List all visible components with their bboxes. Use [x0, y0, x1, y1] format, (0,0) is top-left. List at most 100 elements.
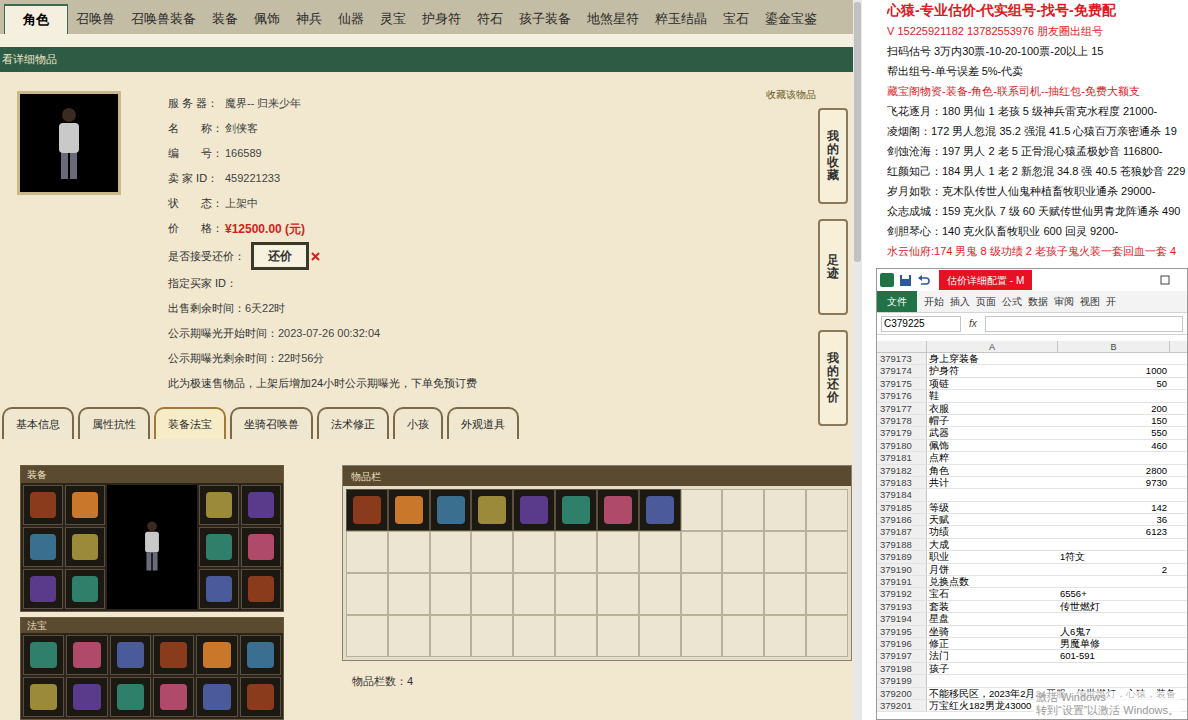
- item-slot[interactable]: [240, 635, 281, 675]
- item-slot[interactable]: [722, 573, 764, 615]
- sheet-row[interactable]: 379187功绩6123: [877, 526, 1187, 538]
- ribbon-tab[interactable]: 文件: [877, 291, 917, 312]
- item-slot[interactable]: [722, 531, 764, 573]
- item-slot[interactable]: [346, 489, 388, 531]
- item-slot[interactable]: [199, 569, 239, 609]
- item-slot[interactable]: [764, 489, 806, 531]
- item-slot[interactable]: [806, 573, 848, 615]
- favorite-link[interactable]: 收藏该物品: [766, 87, 816, 91]
- item-slot[interactable]: [555, 531, 597, 573]
- item-slot[interactable]: [639, 615, 681, 657]
- maximize-icon[interactable]: [1160, 275, 1170, 285]
- detail-tab[interactable]: 法术修正: [317, 407, 389, 439]
- sheet-row[interactable]: 379173身上穿装备: [877, 353, 1187, 365]
- item-slot[interactable]: [430, 615, 472, 657]
- site-tab[interactable]: 鎏金宝鉴: [757, 4, 825, 34]
- sheet-row[interactable]: 379180佩饰460: [877, 440, 1187, 452]
- item-slot[interactable]: [681, 615, 723, 657]
- site-tab[interactable]: 佩饰: [246, 4, 288, 34]
- site-tab[interactable]: 孩子装备: [511, 4, 579, 34]
- item-slot[interactable]: [153, 635, 194, 675]
- detail-tab[interactable]: 基本信息: [2, 407, 74, 439]
- item-slot[interactable]: [430, 531, 472, 573]
- item-slot[interactable]: [199, 527, 239, 567]
- site-tab[interactable]: 神兵: [288, 4, 330, 34]
- sheet-row[interactable]: 379175项链50: [877, 378, 1187, 390]
- item-slot[interactable]: [806, 531, 848, 573]
- item-slot[interactable]: [196, 677, 237, 717]
- item-slot[interactable]: [153, 677, 194, 717]
- item-slot[interactable]: [555, 573, 597, 615]
- item-slot[interactable]: [764, 531, 806, 573]
- sheet-row[interactable]: 379185等级142: [877, 502, 1187, 514]
- name-box[interactable]: C379225: [881, 316, 961, 332]
- item-slot[interactable]: [639, 531, 681, 573]
- item-slot[interactable]: [241, 485, 281, 525]
- item-slot[interactable]: [597, 615, 639, 657]
- site-tab[interactable]: 召唤兽: [68, 4, 123, 34]
- sheet-row[interactable]: 379193套装传世燃灯: [877, 601, 1187, 613]
- item-slot[interactable]: [764, 615, 806, 657]
- item-slot[interactable]: [66, 635, 107, 675]
- side-button[interactable]: 我的还价: [818, 330, 848, 426]
- item-slot[interactable]: [388, 489, 430, 531]
- site-tab[interactable]: 角色: [4, 4, 68, 34]
- sheet-row[interactable]: 379198孩子: [877, 663, 1187, 675]
- item-slot[interactable]: [806, 489, 848, 531]
- item-slot[interactable]: [110, 677, 151, 717]
- item-slot[interactable]: [639, 573, 681, 615]
- item-slot[interactable]: [513, 489, 555, 531]
- item-slot[interactable]: [66, 677, 107, 717]
- sheet-row[interactable]: 379181点粹: [877, 452, 1187, 464]
- item-slot[interactable]: [388, 573, 430, 615]
- detail-tab[interactable]: 外观道具: [447, 407, 519, 439]
- sheet-row[interactable]: 379179武器550: [877, 427, 1187, 439]
- sheet-row[interactable]: 379191兑换点数: [877, 576, 1187, 588]
- item-slot[interactable]: [555, 615, 597, 657]
- item-slot[interactable]: [199, 485, 239, 525]
- item-slot[interactable]: [65, 569, 105, 609]
- sheet-row[interactable]: 379178帽子150: [877, 415, 1187, 427]
- ribbon-tab[interactable]: 公式: [999, 291, 1025, 312]
- item-slot[interactable]: [597, 489, 639, 531]
- item-slot[interactable]: [513, 531, 555, 573]
- site-tab[interactable]: 召唤兽装备: [123, 4, 204, 34]
- item-slot[interactable]: [513, 573, 555, 615]
- sheet-row[interactable]: 379199: [877, 675, 1187, 687]
- sheet-row[interactable]: 379186天赋36: [877, 514, 1187, 526]
- item-slot[interactable]: [65, 527, 105, 567]
- item-slot[interactable]: [23, 527, 63, 567]
- item-slot[interactable]: [681, 573, 723, 615]
- item-slot[interactable]: [388, 531, 430, 573]
- item-slot[interactable]: [681, 531, 723, 573]
- sheet-row[interactable]: 379194星盘: [877, 613, 1187, 625]
- item-slot[interactable]: [346, 573, 388, 615]
- item-slot[interactable]: [110, 635, 151, 675]
- item-slot[interactable]: [555, 489, 597, 531]
- ribbon-tab[interactable]: 页面: [973, 291, 999, 312]
- item-slot[interactable]: [23, 569, 63, 609]
- detail-tab[interactable]: 小孩: [393, 407, 443, 439]
- site-tab[interactable]: 灵宝: [372, 4, 414, 34]
- item-slot[interactable]: [196, 635, 237, 675]
- site-tab[interactable]: 符石: [469, 4, 511, 34]
- sheet-row[interactable]: 379197法门601-591: [877, 650, 1187, 662]
- item-slot[interactable]: [240, 677, 281, 717]
- sheet-row[interactable]: 379184: [877, 489, 1187, 501]
- sheet-row[interactable]: 379196修正男魔单修: [877, 638, 1187, 650]
- item-slot[interactable]: [65, 485, 105, 525]
- ribbon-tab[interactable]: 插入: [947, 291, 973, 312]
- detail-tab[interactable]: 属性抗性: [78, 407, 150, 439]
- sheet-row[interactable]: 379183共计9730: [877, 477, 1187, 489]
- sheet-row[interactable]: 379177衣服200: [877, 403, 1187, 415]
- item-slot[interactable]: [241, 527, 281, 567]
- sheet-row[interactable]: 379192宝石6556+: [877, 588, 1187, 600]
- item-slot[interactable]: [806, 615, 848, 657]
- item-slot[interactable]: [722, 615, 764, 657]
- site-tab[interactable]: 装备: [204, 4, 246, 34]
- item-slot[interactable]: [764, 573, 806, 615]
- item-slot[interactable]: [23, 485, 63, 525]
- ribbon-tab[interactable]: 数据: [1025, 291, 1051, 312]
- side-button[interactable]: 我的收藏: [818, 108, 848, 204]
- item-slot[interactable]: [597, 573, 639, 615]
